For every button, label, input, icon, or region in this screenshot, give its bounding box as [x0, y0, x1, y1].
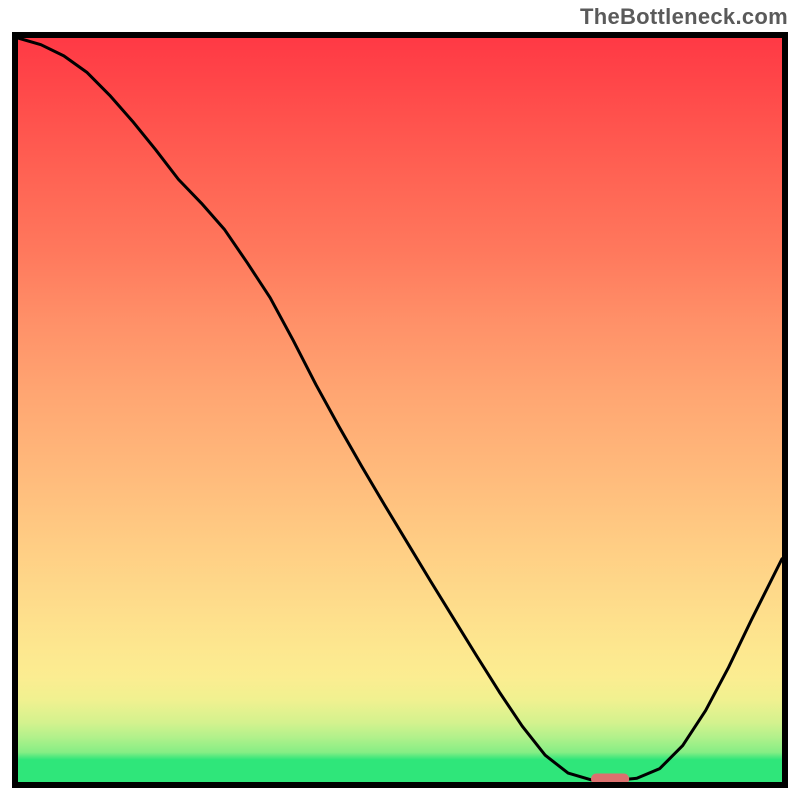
chart-frame: [12, 32, 788, 788]
bottleneck-curve: [18, 38, 782, 781]
optimal-marker: [591, 774, 629, 782]
watermark-text: TheBottleneck.com: [580, 4, 788, 30]
chart-svg: [18, 38, 782, 782]
